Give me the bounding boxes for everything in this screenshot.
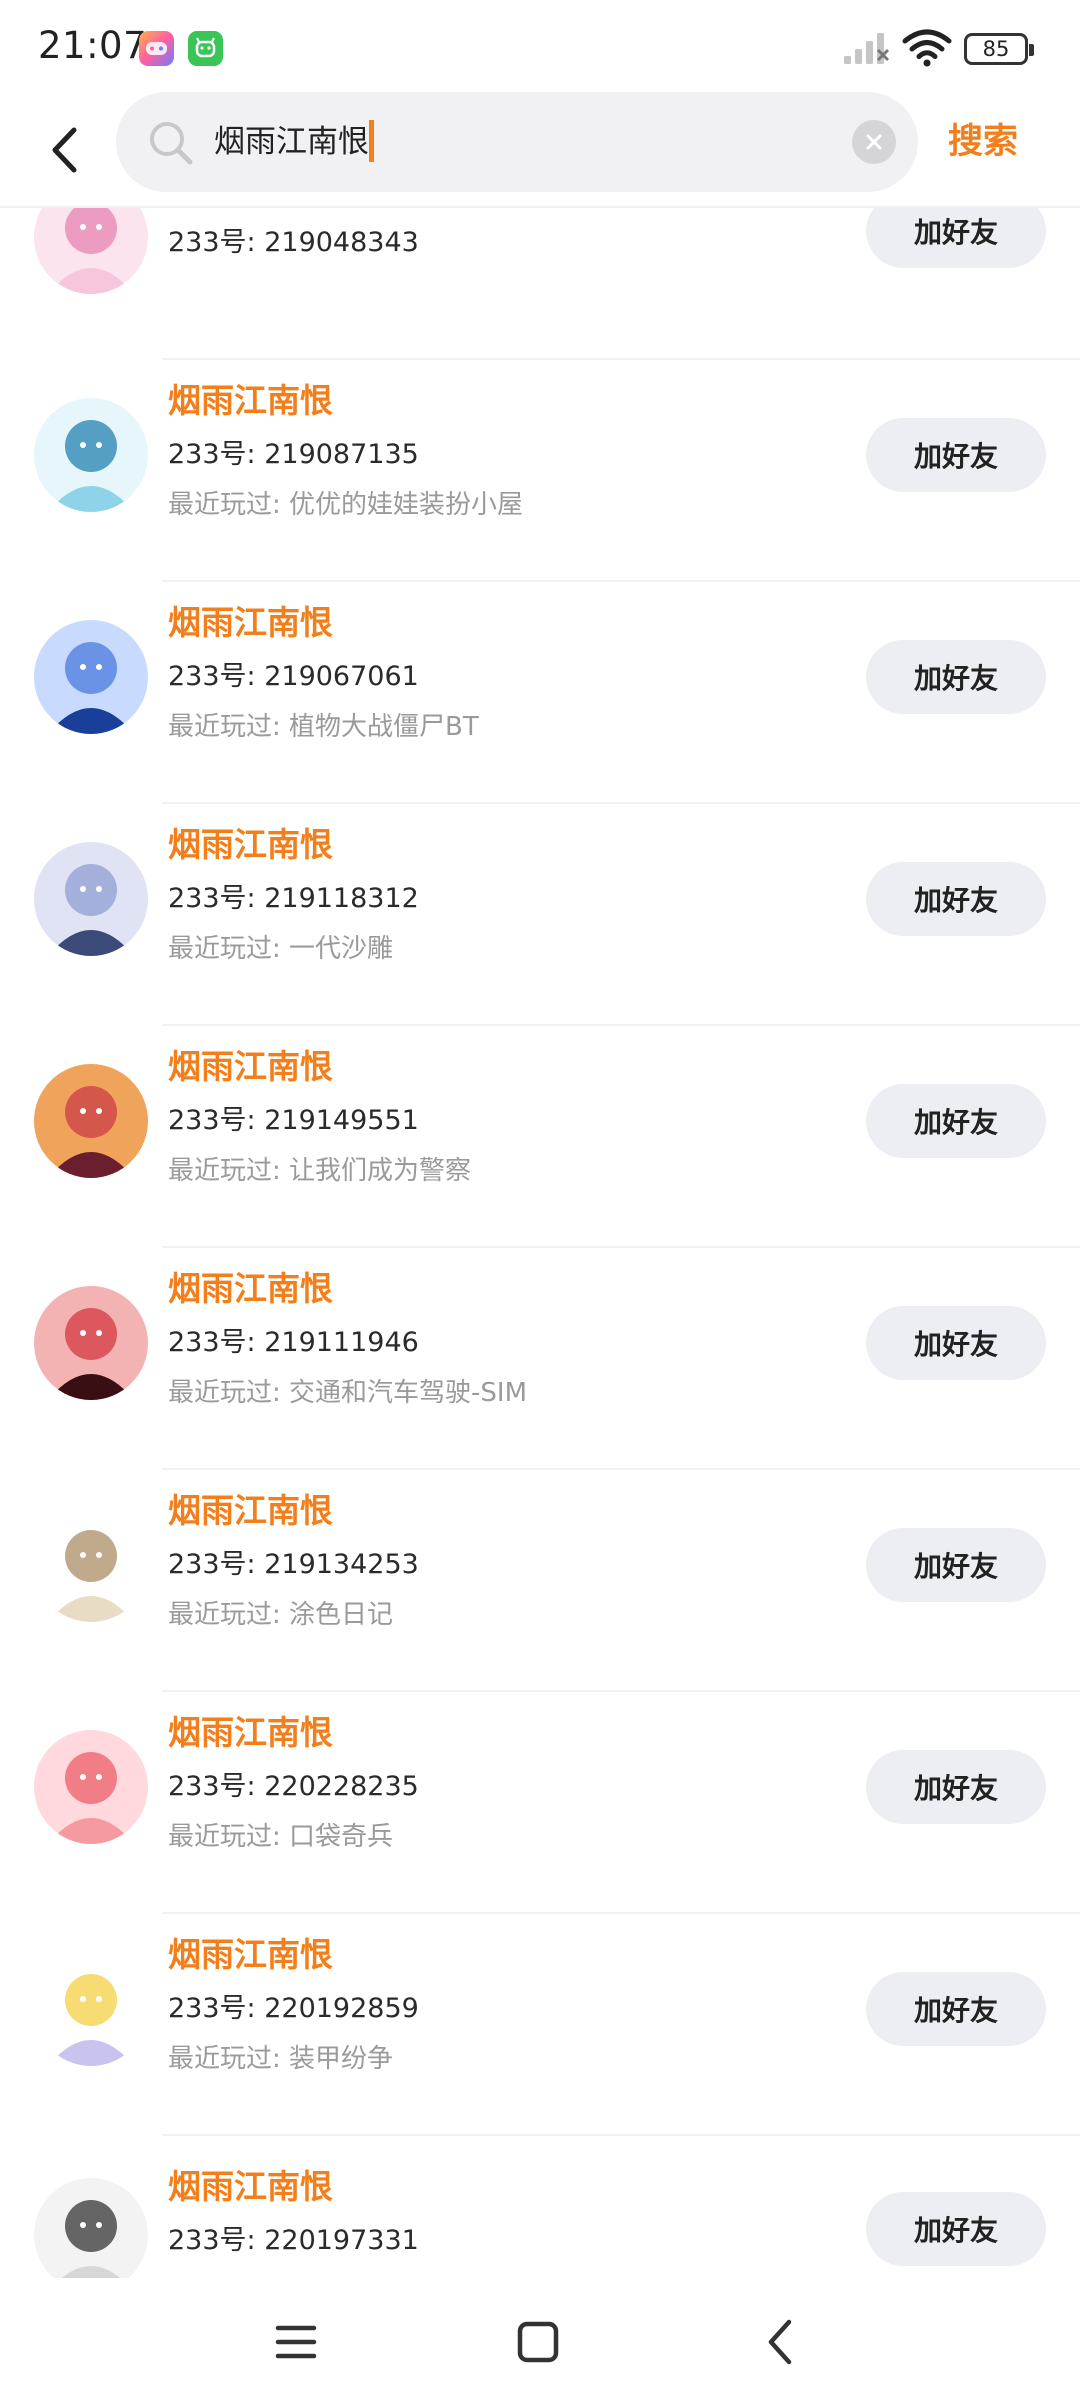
user-avatar[interactable]	[34, 1064, 148, 1178]
add-friend-button[interactable]: 加好友	[866, 418, 1046, 492]
search-results-list[interactable]: 烟雨江南恨233号: 219048343加好友烟雨江南恨233号: 219087…	[0, 208, 1080, 2278]
user-id: 233号: 219134253	[168, 1549, 419, 1580]
chevron-left-icon	[52, 127, 77, 173]
recently-played: 最近玩过: 让我们成为警察	[168, 1156, 472, 1186]
add-friend-button[interactable]: 加好友	[866, 1972, 1046, 2046]
user-avatar[interactable]	[34, 620, 148, 734]
user-id: 233号: 220192859	[168, 1993, 419, 2024]
user-nickname: 烟雨江南恨	[168, 1047, 333, 1086]
user-nickname: 烟雨江南恨	[168, 2167, 333, 2206]
user-avatar[interactable]	[34, 1952, 148, 2066]
user-nickname: 烟雨江南恨	[168, 603, 333, 642]
battery-icon: 85	[964, 33, 1034, 65]
clear-button[interactable]	[852, 120, 896, 164]
recently-played: 最近玩过: 交通和汽车驾驶-SIM	[168, 1378, 528, 1408]
game-app-icon	[139, 31, 174, 66]
user-avatar[interactable]	[34, 398, 148, 512]
user-result-row[interactable]: 烟雨江南恨 233号: 219149551 最近玩过: 让我们成为警察 加好友	[0, 1026, 1080, 1248]
user-nickname: 烟雨江南恨	[168, 1935, 333, 1974]
status-time: 21:07	[38, 24, 148, 67]
wifi-icon	[902, 29, 952, 67]
recently-played: 最近玩过: 涂色日记	[168, 1600, 394, 1630]
add-friend-button[interactable]: 加好友	[866, 208, 1046, 268]
signal-icon	[844, 33, 890, 64]
search-header: 烟雨江南恨 搜索	[0, 92, 1080, 208]
back-icon	[768, 2319, 792, 2365]
text-cursor	[369, 120, 374, 162]
recently-played: 最近玩过: 装甲纷争	[168, 2044, 394, 2074]
user-nickname: 烟雨江南恨	[168, 1269, 333, 1308]
user-result-row[interactable]: 烟雨江南恨 233号: 219134253 最近玩过: 涂色日记 加好友	[0, 1470, 1080, 1692]
user-id: 233号: 220228235	[168, 1771, 419, 1802]
home-button[interactable]	[508, 2312, 568, 2372]
user-avatar[interactable]	[34, 842, 148, 956]
add-friend-button[interactable]: 加好友	[866, 640, 1046, 714]
add-friend-button[interactable]: 加好友	[866, 1750, 1046, 1824]
battery-level: 85	[982, 37, 1010, 61]
add-friend-button[interactable]: 加好友	[866, 1306, 1046, 1380]
user-avatar[interactable]	[34, 208, 148, 294]
user-avatar[interactable]	[34, 2178, 148, 2278]
add-friend-button[interactable]: 加好友	[866, 1528, 1046, 1602]
user-id: 233号: 220197331	[168, 2225, 419, 2256]
search-icon	[150, 122, 193, 165]
user-id: 233号: 219087135	[168, 439, 419, 470]
recently-played: 最近玩过: 一代沙雕	[168, 934, 394, 964]
menu-icon	[275, 2325, 317, 2359]
user-result-row[interactable]: 烟雨江南恨 233号: 219067061 最近玩过: 植物大战僵尸BT 加好友	[0, 582, 1080, 804]
user-avatar[interactable]	[34, 1730, 148, 1844]
menu-button[interactable]	[266, 2312, 326, 2372]
add-friend-button[interactable]: 加好友	[866, 862, 1046, 936]
user-result-row[interactable]: 烟雨江南恨 233号: 219111946 最近玩过: 交通和汽车驾驶-SIM 加好友	[0, 1248, 1080, 1470]
recently-played: 最近玩过: 优优的娃娃装扮小屋	[168, 490, 524, 520]
user-result-row[interactable]: 烟雨江南恨 233号: 220197331 加好友	[0, 2136, 1080, 2278]
user-nickname: 烟雨江南恨	[168, 208, 333, 210]
navigation-bar	[0, 2278, 1080, 2408]
user-result-row[interactable]: 烟雨江南恨 233号: 220192859 最近玩过: 装甲纷争 加好友	[0, 1914, 1080, 2136]
search-input[interactable]: 烟雨江南恨	[214, 114, 834, 170]
search-box[interactable]: 烟雨江南恨	[116, 92, 918, 192]
user-result-row[interactable]: 烟雨江南恨 233号: 219048343 加好友	[0, 208, 1080, 360]
user-nickname: 烟雨江南恨	[168, 1491, 333, 1530]
user-nickname: 烟雨江南恨	[168, 1713, 333, 1752]
user-nickname: 烟雨江南恨	[168, 381, 333, 420]
back-button[interactable]	[38, 114, 90, 186]
user-result-row[interactable]: 烟雨江南恨 233号: 219087135 最近玩过: 优优的娃娃装扮小屋 加好友	[0, 360, 1080, 582]
add-friend-button[interactable]: 加好友	[866, 1084, 1046, 1158]
user-id: 233号: 219048343	[168, 227, 419, 258]
add-friend-button[interactable]: 加好友	[866, 2192, 1046, 2266]
user-id: 233号: 219067061	[168, 661, 419, 692]
user-avatar[interactable]	[34, 1286, 148, 1400]
close-icon	[866, 134, 882, 150]
user-result-row[interactable]: 烟雨江南恨 233号: 220228235 最近玩过: 口袋奇兵 加好友	[0, 1692, 1080, 1914]
nav-back-button[interactable]	[750, 2312, 810, 2372]
user-nickname: 烟雨江南恨	[168, 825, 333, 864]
status-bar: 21:07 85	[0, 0, 1080, 96]
user-id: 233号: 219149551	[168, 1105, 419, 1136]
user-result-row[interactable]: 烟雨江南恨 233号: 219118312 最近玩过: 一代沙雕 加好友	[0, 804, 1080, 1026]
search-button[interactable]: 搜索	[948, 116, 1018, 168]
home-icon	[517, 2321, 559, 2363]
user-id: 233号: 219111946	[168, 1327, 419, 1358]
recently-played: 最近玩过: 植物大战僵尸BT	[168, 712, 479, 742]
user-avatar[interactable]	[34, 1508, 148, 1622]
user-id: 233号: 219118312	[168, 883, 419, 914]
recently-played: 最近玩过: 口袋奇兵	[168, 1822, 394, 1852]
android-app-icon	[188, 31, 223, 66]
